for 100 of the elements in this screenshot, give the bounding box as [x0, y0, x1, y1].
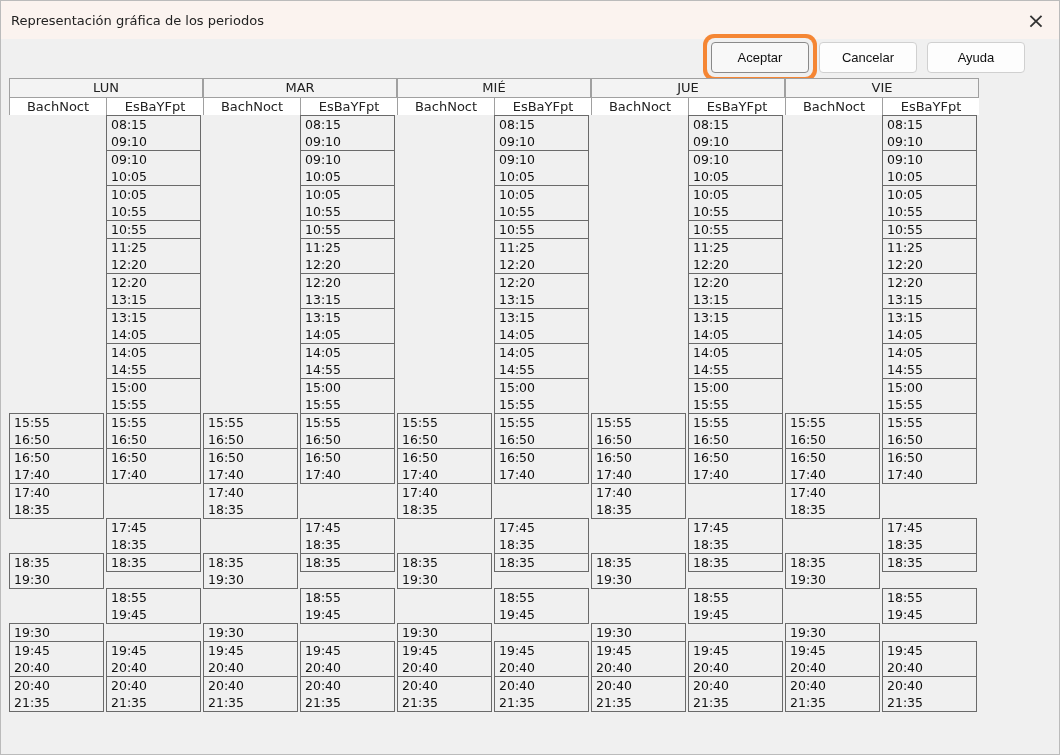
period-time: 17:40: [790, 484, 828, 501]
period-time: 17:40: [596, 484, 634, 501]
window-title: Representación gráfica de los periodos: [11, 12, 264, 28]
period-time: 18:35: [499, 554, 537, 571]
period-time: 12:20: [693, 274, 731, 291]
period-time: 16:50: [305, 431, 343, 448]
period-time: 19:45: [208, 642, 246, 659]
period-time: 14:05: [499, 326, 537, 343]
period-time: 18:35: [208, 554, 246, 571]
period-time: 19:30: [402, 624, 440, 641]
period-time: 12:20: [305, 274, 343, 291]
period-time: 18:55: [887, 589, 925, 606]
period-time: 15:55: [887, 396, 925, 413]
period-time: 21:35: [790, 694, 828, 711]
period-time: 10:55: [693, 203, 731, 220]
period-time: 16:50: [499, 431, 537, 448]
group-header: BachNoct: [785, 97, 882, 115]
period-time: 18:55: [111, 589, 149, 606]
period-time: 12:20: [499, 274, 537, 291]
period-time: 16:50: [887, 431, 925, 448]
period-time: 16:50: [596, 431, 634, 448]
period-time: 09:10: [693, 151, 731, 168]
period-time: 09:10: [305, 151, 343, 168]
group-header: BachNoct: [203, 97, 300, 115]
period-time: 10:55: [499, 203, 537, 220]
period-time: 12:20: [111, 256, 149, 273]
period-time: 09:10: [887, 151, 925, 168]
period-time: 08:15: [305, 116, 343, 133]
period-time: 21:35: [499, 694, 537, 711]
period-time: 09:10: [305, 133, 343, 150]
close-button[interactable]: ×: [1013, 1, 1059, 39]
period-time: 18:35: [887, 536, 925, 553]
period-time: 16:50: [305, 449, 343, 466]
group-header: BachNoct: [9, 97, 106, 115]
period-time: 14:05: [111, 344, 149, 361]
period-time: 18:35: [499, 536, 537, 553]
day-header: MAR: [203, 78, 397, 97]
period-time: 14:05: [887, 344, 925, 361]
period-time: 16:50: [499, 449, 537, 466]
period-time: 19:45: [111, 642, 149, 659]
period-time: 19:30: [402, 571, 440, 588]
period-time: 12:20: [887, 256, 925, 273]
day-header: VIE: [785, 78, 979, 97]
period-time: 15:55: [208, 414, 246, 431]
period-time: 19:45: [790, 642, 828, 659]
period-time: 15:00: [305, 379, 343, 396]
period-time: 11:25: [305, 239, 343, 256]
period-time: 17:40: [887, 466, 925, 483]
period-time: 19:45: [887, 606, 925, 623]
period-time: 10:05: [693, 168, 731, 185]
period-time: 18:35: [305, 554, 343, 571]
period-time: 17:45: [305, 519, 343, 536]
period-time: 20:40: [14, 659, 52, 676]
period-time: 17:40: [402, 466, 440, 483]
group-header: EsBaYFpt: [882, 97, 979, 115]
period-time: 13:15: [111, 309, 149, 326]
period-time: 16:50: [596, 449, 634, 466]
period-time: 19:45: [499, 642, 537, 659]
period-time: 08:15: [693, 116, 731, 133]
period-time: 15:55: [693, 414, 731, 431]
period-time: 13:15: [111, 291, 149, 308]
period-time: 20:40: [208, 677, 246, 694]
period-time: 21:35: [208, 694, 246, 711]
period-time: 15:55: [111, 414, 149, 431]
day-header: JUE: [591, 78, 785, 97]
period-time: 20:40: [111, 677, 149, 694]
period-time: 18:35: [693, 536, 731, 553]
period-time: 13:15: [499, 291, 537, 308]
period-time: 21:35: [14, 694, 52, 711]
period-time: 19:45: [499, 606, 537, 623]
period-time: 09:10: [693, 133, 731, 150]
period-time: 09:10: [499, 151, 537, 168]
period-time: 21:35: [402, 694, 440, 711]
period-time: 13:15: [693, 309, 731, 326]
period-time: 17:40: [208, 484, 246, 501]
dialog-button[interactable]: Cancelar: [819, 42, 917, 73]
period-time: 18:55: [305, 589, 343, 606]
period-time: 19:45: [402, 642, 440, 659]
period-time: 14:55: [305, 361, 343, 378]
period-time: 10:55: [887, 221, 925, 238]
period-time: 21:35: [596, 694, 634, 711]
period-time: 11:25: [111, 239, 149, 256]
period-time: 10:55: [305, 203, 343, 220]
period-time: 20:40: [596, 677, 634, 694]
period-time: 18:35: [208, 501, 246, 518]
group-header: EsBaYFpt: [106, 97, 203, 115]
period-time: 17:40: [111, 466, 149, 483]
period-time: 17:40: [14, 466, 52, 483]
period-time: 16:50: [790, 449, 828, 466]
group-header: EsBaYFpt: [300, 97, 397, 115]
period-time: 20:40: [305, 677, 343, 694]
period-time: 16:50: [111, 431, 149, 448]
period-time: 15:55: [14, 414, 52, 431]
dialog-button[interactable]: Ayuda: [927, 42, 1025, 73]
period-time: 08:15: [111, 116, 149, 133]
period-time: 15:55: [111, 396, 149, 413]
period-time: 16:50: [887, 449, 925, 466]
period-time: 17:40: [790, 466, 828, 483]
period-time: 18:35: [693, 554, 731, 571]
period-time: 19:30: [208, 571, 246, 588]
